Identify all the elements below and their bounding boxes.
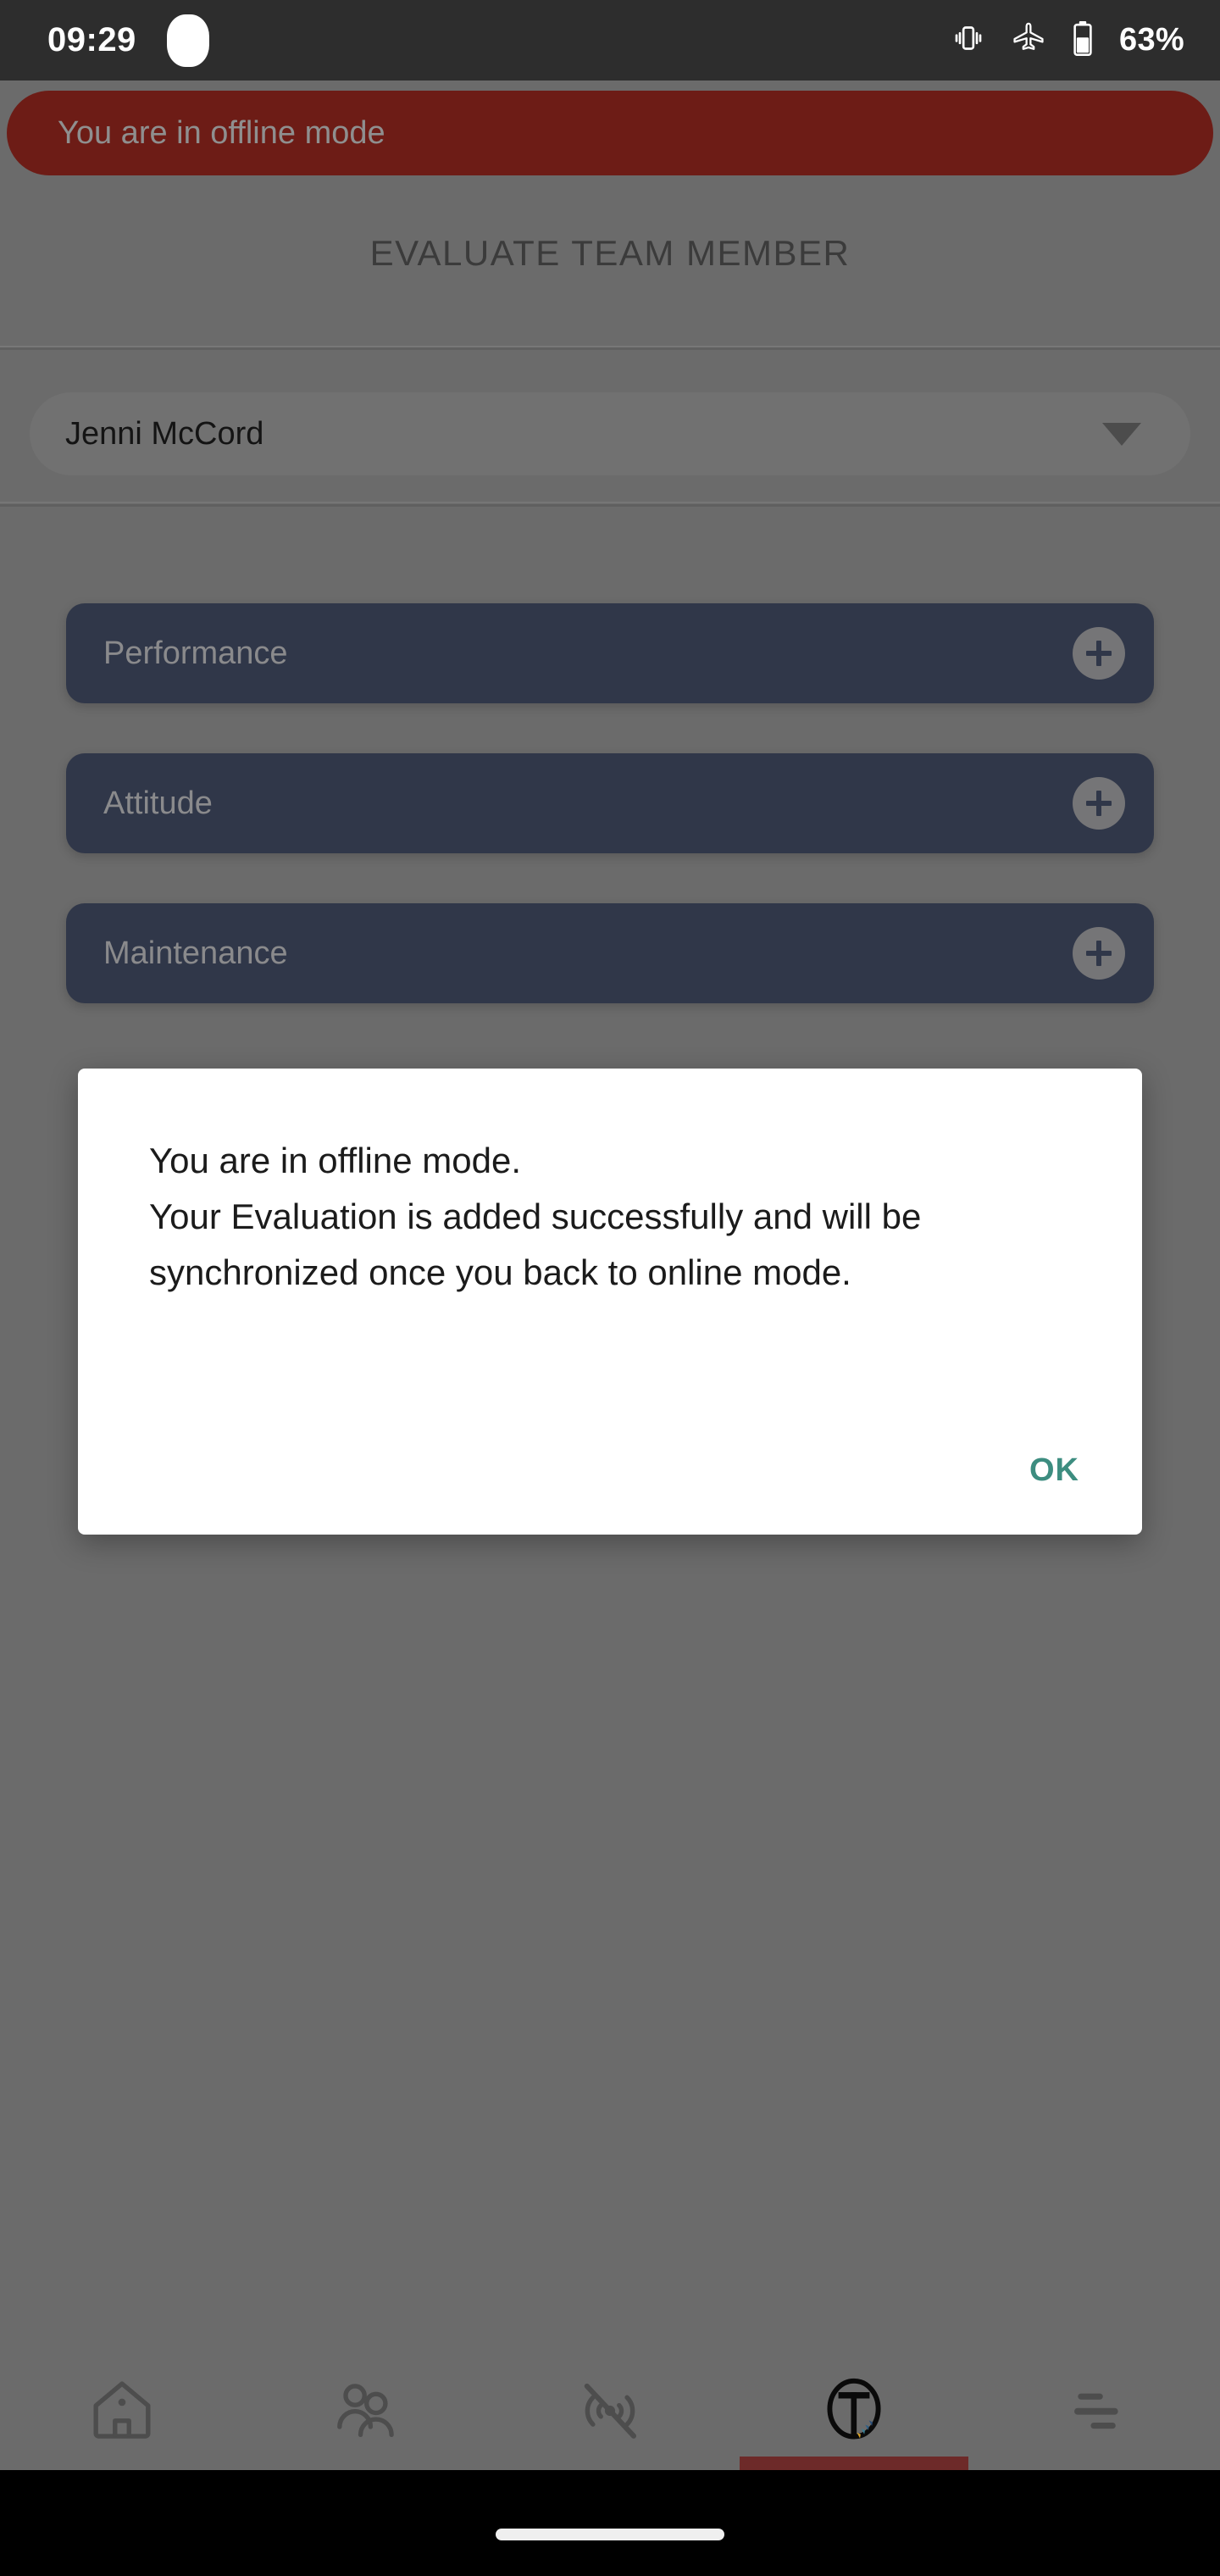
- nav-item-evaluate[interactable]: [732, 2351, 976, 2470]
- t-logo-icon: [827, 2378, 881, 2440]
- system-gesture-area: [0, 2470, 1220, 2576]
- offline-sync-dialog: You are in offline mode. Your Evaluation…: [78, 1069, 1142, 1535]
- home-gesture-pill[interactable]: [496, 2529, 724, 2540]
- signal-off-icon: [584, 2383, 636, 2439]
- nav-item-offline[interactable]: [488, 2351, 732, 2470]
- nav-item-team[interactable]: [244, 2351, 488, 2470]
- dialog-message: You are in offline mode. Your Evaluation…: [149, 1141, 922, 1292]
- filter-list-icon: [1074, 2393, 1118, 2429]
- nav-item-menu[interactable]: [976, 2351, 1220, 2470]
- dialog-actions: OK: [1006, 1441, 1103, 1501]
- nav-item-home[interactable]: [0, 2351, 244, 2470]
- app-screen: 09:29 63% You are in offline mode EVALUA…: [0, 0, 1220, 2576]
- active-tab-indicator: [740, 2457, 968, 2470]
- people-icon: [337, 2384, 394, 2437]
- dialog-ok-button[interactable]: OK: [1006, 1441, 1103, 1501]
- home-icon: [93, 2381, 151, 2439]
- bottom-navigation-bar: [0, 2351, 1220, 2470]
